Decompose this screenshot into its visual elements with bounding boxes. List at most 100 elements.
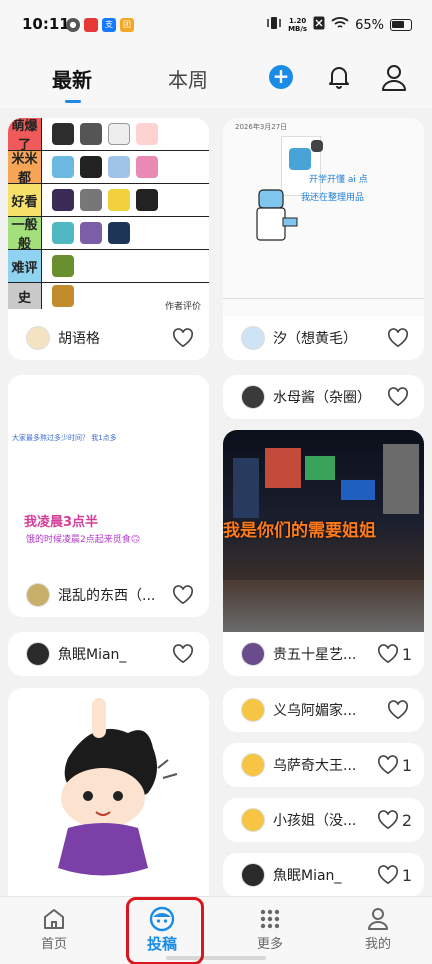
net-speed: 1.20 MB/s — [288, 17, 308, 33]
building-sign — [383, 444, 419, 514]
like-button[interactable]: 1 — [377, 644, 412, 664]
character-icon — [80, 123, 102, 145]
character-icon — [52, 255, 74, 277]
post-meta: 魚眠Mian_ — [8, 632, 209, 676]
username[interactable]: 水母酱（杂圈） — [273, 387, 387, 407]
username[interactable]: 贵五十星艺... — [273, 644, 377, 664]
post-meta: 贵五十星艺... 1 — [223, 632, 424, 676]
post-image: 大家最多熬过多少时间？ 我1点多 我凌晨3点半 饿的时候凌晨2点起来觅食🙃 — [8, 375, 209, 573]
post-text-line: 我凌晨3点半 — [24, 515, 99, 530]
post-meta: 胡语格 — [8, 316, 209, 360]
screenshot-date: 2026年3月27日 — [235, 123, 288, 131]
tab-latest[interactable]: 最新 — [52, 64, 92, 93]
post-card[interactable]: 水母酱（杂圈） — [223, 375, 424, 419]
like-count: 1 — [401, 755, 412, 775]
avatar[interactable] — [241, 863, 265, 887]
bell-icon[interactable] — [326, 64, 352, 90]
character-icon — [311, 140, 323, 152]
character-icon — [289, 148, 311, 170]
username[interactable]: 乌萨奇大王... — [273, 755, 377, 775]
post-meta: 魚眠Mian_ 1 — [223, 853, 424, 897]
home-icon — [44, 909, 64, 929]
post-card[interactable]: 萌爆了 米米都 好看 一般般 难评 史 作者评价 胡语格 — [8, 118, 209, 360]
post-image — [8, 688, 209, 908]
character-icon — [136, 156, 158, 178]
character-icon — [80, 156, 102, 178]
person-icon[interactable] — [381, 64, 407, 92]
avatar[interactable] — [26, 326, 50, 350]
nav-label: 首页 — [40, 937, 67, 952]
post-meta: 水母酱（杂圈） — [223, 375, 424, 419]
heart-icon — [377, 644, 398, 664]
sim-icon — [313, 16, 325, 34]
heart-icon — [172, 328, 194, 348]
tab-this-week[interactable]: 本周 — [168, 64, 208, 93]
post-card[interactable]: 2026年3月27日 开学开懂 ai 点 我还在整理用品 汐（想黄毛） — [223, 118, 424, 360]
heart-icon — [377, 810, 398, 830]
post-meta: 乌萨奇大王... 1 — [223, 743, 424, 787]
nav-home[interactable]: 首页 — [24, 905, 84, 952]
username[interactable]: 胡语格 — [58, 328, 172, 348]
username[interactable]: 魚眠Mian_ — [273, 865, 377, 885]
character-icon — [52, 189, 74, 211]
screenshot-toolbar — [223, 298, 424, 299]
alipay-icon: 支 — [102, 18, 116, 32]
username[interactable]: 魚眠Mian_ — [58, 644, 172, 664]
nav-label: 我的 — [364, 937, 391, 952]
like-count: 1 — [401, 644, 412, 664]
post-meta: 汐（想黄毛） — [223, 316, 424, 360]
like-button[interactable] — [387, 328, 412, 348]
heart-icon — [377, 865, 398, 885]
character-icon — [52, 123, 74, 145]
username[interactable]: 小孩姐（没... — [273, 810, 377, 830]
heart-icon — [377, 755, 398, 775]
tab-active-indicator — [65, 100, 81, 103]
heart-icon — [387, 387, 409, 407]
like-button[interactable]: 2 — [377, 810, 412, 830]
water-dispenser-illustration — [256, 189, 298, 241]
sticker-illustration — [58, 698, 178, 876]
avatar[interactable] — [241, 385, 265, 409]
status-time: 10:11 — [22, 15, 70, 33]
avatar[interactable] — [26, 583, 50, 607]
like-button[interactable] — [172, 585, 197, 605]
username[interactable]: 混乱的东西（... — [58, 585, 172, 605]
post-card[interactable]: 魚眠Mian_ 1 — [223, 853, 424, 897]
grid-dots-icon — [260, 909, 280, 929]
avatar[interactable] — [241, 642, 265, 666]
post-card[interactable]: 乌萨奇大王... 1 — [223, 743, 424, 787]
avatar[interactable] — [241, 698, 265, 722]
nav-more[interactable]: 更多 — [240, 905, 300, 952]
like-button[interactable] — [172, 644, 197, 664]
nav-me[interactable]: 我的 — [348, 905, 408, 952]
post-card[interactable]: 我是你们的需要姐姐 贵五十星艺... 1 — [223, 430, 424, 676]
like-button[interactable] — [387, 700, 412, 720]
character-icon — [52, 156, 74, 178]
post-card[interactable]: 小孩姐（没... 2 — [223, 798, 424, 842]
avatar[interactable] — [26, 642, 50, 666]
avatar[interactable] — [241, 808, 265, 832]
vibrate-icon — [266, 16, 282, 34]
post-card[interactable]: 义乌阿媚家... — [223, 688, 424, 732]
battery-icon — [390, 19, 412, 31]
avatar[interactable] — [241, 326, 265, 350]
character-icon — [136, 123, 158, 145]
username[interactable]: 义乌阿媚家... — [273, 700, 387, 720]
like-button[interactable]: 1 — [377, 755, 412, 775]
tier-signature: 作者评价 — [164, 302, 201, 312]
like-button[interactable] — [387, 387, 412, 407]
heart-icon — [172, 585, 194, 605]
post-card[interactable]: 魚眠Mian_ — [8, 632, 209, 676]
post-text-line: 饿的时候凌晨2点起来觅食🙃 — [26, 535, 141, 545]
like-button[interactable]: 1 — [377, 865, 412, 885]
post-meta: 混乱的东西（... — [8, 573, 209, 617]
post-meta: 义乌阿媚家... — [223, 688, 424, 732]
username[interactable]: 汐（想黄毛） — [273, 328, 387, 348]
post-card[interactable]: 大家最多熬过多少时间？ 我1点多 我凌晨3点半 饿的时候凌晨2点起来觅食🙃 混乱… — [8, 375, 209, 617]
plus-circle-icon[interactable]: + — [269, 65, 293, 89]
post-card[interactable] — [8, 688, 209, 908]
like-button[interactable] — [172, 328, 197, 348]
avatar[interactable] — [241, 753, 265, 777]
home-indicator — [166, 956, 266, 960]
post-text-line: 大家最多熬过多少时间？ 我1点多 — [12, 434, 117, 442]
